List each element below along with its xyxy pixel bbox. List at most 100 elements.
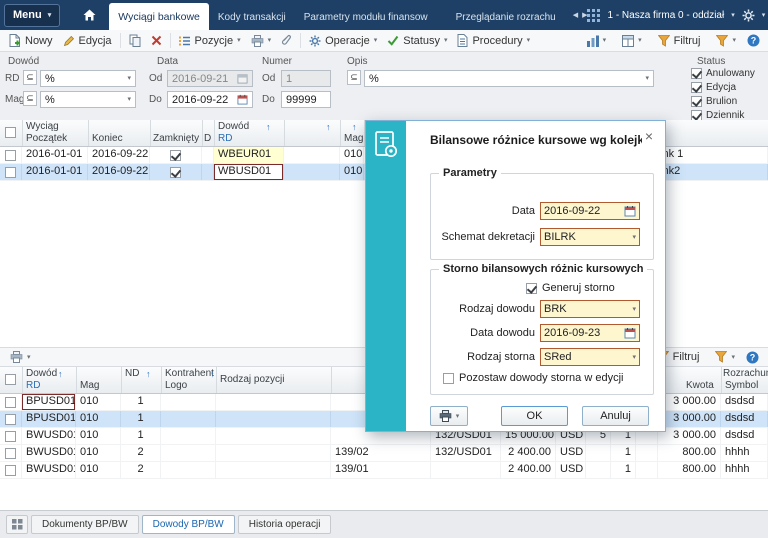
sort-asc-icon[interactable]: ↑ [210,369,215,379]
grid-cell-symbol[interactable]: dsdsd [721,411,768,427]
grid-cell-cb[interactable] [0,445,22,461]
tab-dowody-bpbw[interactable]: Dowody BP/BW [141,515,235,534]
data-date-field[interactable]: 2016-09-22 [540,202,640,220]
subset-operator-icon[interactable]: ⊆ [23,70,37,85]
grid-cell-rodzaj[interactable] [216,394,331,410]
calendar-icon[interactable] [624,327,636,339]
subset-operator-icon[interactable]: ⊆ [23,91,37,106]
opis-filter-field[interactable]: % ▾ [364,70,654,87]
grid-cell-c11[interactable]: 1 [611,462,636,478]
grid-cell-rodzaj[interactable] [216,462,331,478]
grid-cell-c11[interactable]: 1 [611,445,636,461]
date-from-field[interactable]: 2016-09-21 [167,70,253,87]
edit-button[interactable]: Edycja [58,32,117,50]
grid-cell-x1[interactable] [284,164,340,180]
grid-cell-rd[interactable]: BWUSD01 [22,428,76,444]
col-group-kontrahent[interactable]: Kontrahent [165,368,214,380]
grid-cell-rodzaj[interactable] [216,445,331,461]
row-checkbox[interactable] [5,430,16,442]
grid-cell-poczatek[interactable]: 2016-01-01 [22,164,88,180]
data-dowodu-field[interactable]: 2016-09-23 [540,324,640,342]
dialog-print-button[interactable]: ▾ [430,406,468,426]
grid-cell-logo[interactable] [161,428,216,444]
calendar-icon[interactable] [624,205,636,217]
procedures-button[interactable]: Procedury ▾ [452,32,535,50]
grid-cell-nd[interactable]: 2 [121,445,161,461]
grid-cell-x[interactable] [636,462,658,478]
home-icon[interactable] [82,8,97,22]
grid-cell-mag[interactable]: 010 [76,394,121,410]
sort-asc-icon[interactable]: ↑ [352,122,357,132]
positions-button[interactable]: Pozycje ▾ [174,32,246,50]
grid-cell-kwota[interactable]: 3 000.00 [658,394,721,410]
grid-cell-symbol[interactable]: hhhh [721,445,768,461]
sort-button[interactable]: ▾ [582,32,612,50]
calendar-icon[interactable] [237,73,248,84]
delete-button[interactable] [146,32,167,50]
grid-cell-zamkniety[interactable] [150,147,202,163]
filter-button[interactable]: Filtruj [653,32,706,50]
grid-cell-kwota[interactable]: 3 000.00 [658,428,721,444]
row-checkbox[interactable] [5,447,16,459]
row-checkbox[interactable] [5,149,16,161]
grid-cell-zamkniety[interactable] [150,164,202,180]
help-icon[interactable]: ? [747,34,760,47]
grid-cell-c9[interactable]: USD [556,445,586,461]
grid-cell-rd[interactable]: BWUSD01 [22,445,76,461]
close-icon[interactable]: × [641,128,657,144]
schemat-select[interactable]: BILRK ▾ [540,228,640,246]
tab-parametry-modulu[interactable]: Parametry modułu finansow [295,4,437,30]
grid-cell-mag[interactable]: 010 [340,147,364,163]
grid-cell-rd[interactable]: WBEUR01 [214,147,284,163]
scroll-left-icon[interactable]: ◀ [573,11,578,19]
grid-cell-logo[interactable] [161,394,216,410]
sort-asc-icon[interactable]: ↑ [146,369,151,379]
row-checkbox[interactable] [5,464,16,476]
print-button[interactable]: ▾ [246,32,277,50]
grid-cell-c6[interactable]: 139/02 [331,445,431,461]
tab-dokumenty-bpbw[interactable]: Dokumenty BP/BW [31,515,139,534]
grid-cell-rd[interactable]: BPUSD01 [22,394,76,410]
grid-cell-nd[interactable]: 1 [121,428,161,444]
rodzaj-dowodu-select[interactable]: BRK ▾ [540,300,640,318]
col-nd[interactable]: ND [125,368,139,380]
status-edycja[interactable]: Edycja [691,82,736,93]
grid-cell-d[interactable] [202,164,214,180]
grid-cell-cb[interactable] [0,147,22,163]
grid-cell-x1[interactable] [284,147,340,163]
grid-cell-poczatek[interactable]: 2016-01-01 [22,147,88,163]
generuj-storno-checkbox[interactable]: Generuj storno [526,282,615,294]
col-zamkniety[interactable]: Zamknięty [153,133,199,145]
col-group-dowod[interactable]: Dowód [26,368,57,380]
grid-cell-x[interactable] [636,445,658,461]
select-all-checkbox[interactable] [5,127,16,138]
attach-button[interactable] [276,32,297,50]
chevron-down-icon[interactable]: ▾ [632,354,636,361]
row-checkbox[interactable] [5,396,16,408]
grid-cell-symbol[interactable]: hhhh [721,462,768,478]
copy-button[interactable] [124,32,146,50]
grid-cell-c6[interactable]: 139/01 [331,462,431,478]
grid-cell-c7[interactable] [431,462,501,478]
grid-cell-kwota[interactable]: 800.00 [658,462,721,478]
detail-print-button[interactable]: ▾ [5,348,36,366]
col-rd-sorted[interactable]: RD [26,380,40,392]
grid-cell-d[interactable] [202,147,214,163]
gear-icon[interactable] [742,9,755,22]
grid-cell-c9[interactable]: USD [556,462,586,478]
subset-operator-icon[interactable]: ⊆ [347,70,361,85]
chevron-down-icon[interactable]: ▾ [632,234,636,241]
col-rd-sorted[interactable]: RD [218,133,232,145]
checkbox[interactable] [691,68,702,79]
apps-grid-icon[interactable] [587,8,601,22]
tab-przegladanie-rozrachunkow[interactable]: Przeglądanie rozrachu [447,4,565,30]
grid-cell-c8[interactable]: 2 400.00 [501,462,556,478]
ok-button[interactable]: OK [501,406,568,426]
col-logo[interactable]: Logo [165,380,187,392]
grid-cell-cb[interactable] [0,462,22,478]
col-mag[interactable]: Mag [80,380,99,392]
checkbox[interactable] [443,372,454,384]
chevron-down-icon[interactable]: ▾ [731,12,735,19]
sort-asc-icon[interactable]: ↑ [58,369,63,379]
grid-cell-nd[interactable]: 2 [121,462,161,478]
